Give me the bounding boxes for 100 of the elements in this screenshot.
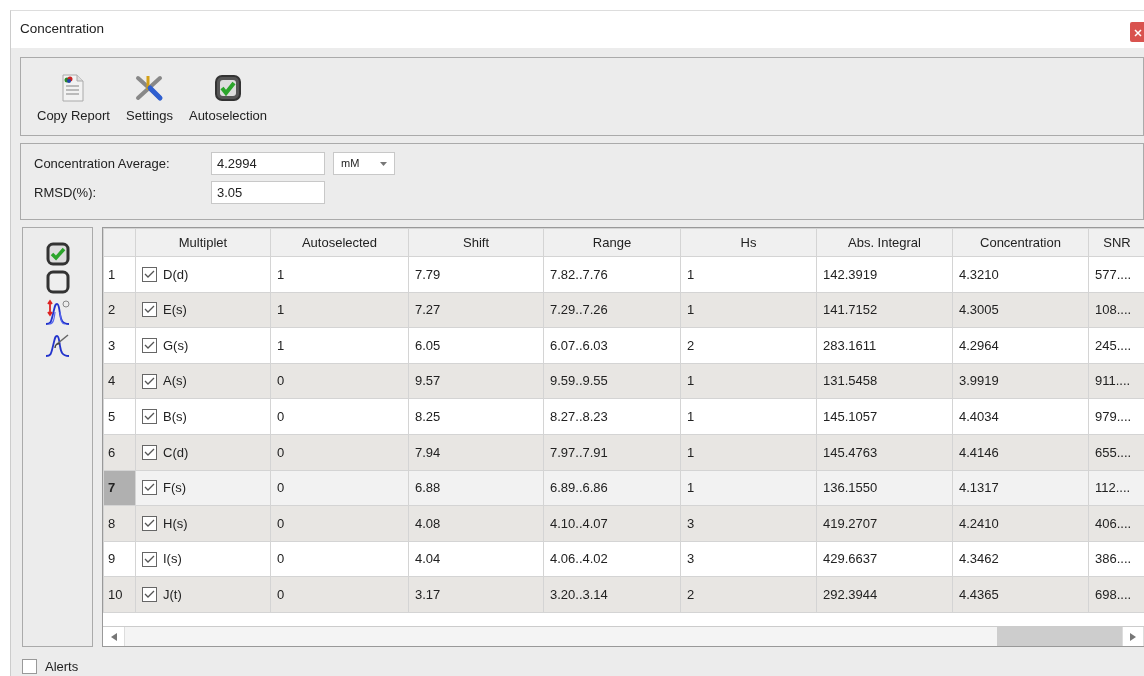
table-cell: 2	[680, 576, 817, 613]
multiplet-label: B(s)	[163, 407, 187, 426]
multiplet-label: F(s)	[163, 479, 187, 498]
row-header[interactable]: 10	[103, 576, 136, 613]
table-cell: 429.6637	[816, 541, 953, 577]
row-header[interactable]: 2	[103, 292, 136, 328]
table-cell: 1	[270, 256, 409, 293]
table-cell: 4.4034	[952, 398, 1089, 435]
row-checkbox[interactable]	[142, 551, 157, 567]
uncheck-all-icon	[45, 270, 70, 294]
table-cell: 406....	[1088, 505, 1144, 542]
table-cell: 1	[680, 363, 817, 399]
row-checkbox[interactable]	[142, 266, 157, 282]
multiplet-label: G(s)	[163, 336, 189, 355]
table-cell: 8.25	[408, 398, 544, 435]
column-header[interactable]: Range	[543, 228, 681, 257]
unit-dropdown[interactable]: mM	[333, 152, 395, 175]
tools-icon	[134, 73, 165, 102]
column-header[interactable]: Abs. Integral	[816, 228, 953, 257]
scroll-left-button[interactable]	[103, 627, 125, 646]
row-header[interactable]: 3	[103, 327, 136, 364]
table-cell: 131.5458	[816, 363, 953, 399]
table-cell: 1	[270, 292, 409, 328]
table-cell: 7.82..7.76	[543, 256, 681, 293]
toolbar-button[interactable]: Autoselection	[182, 73, 274, 125]
table-cell: 9.57	[408, 363, 544, 399]
table-cell: 3.20..3.14	[543, 576, 681, 613]
table-cell: 698....	[1088, 576, 1144, 613]
multiplet-label: D(d)	[163, 265, 189, 284]
table-cell: 9.59..9.55	[543, 363, 681, 399]
scroll-right-button[interactable]	[1122, 627, 1144, 646]
table-cell: 142.3919	[816, 256, 953, 293]
table-cell: 577....	[1088, 256, 1144, 293]
table-cell: 292.3944	[816, 576, 953, 613]
scroll-thumb[interactable]	[997, 627, 1122, 646]
table-cell: 0	[270, 505, 409, 542]
table-cell: 1	[680, 398, 817, 435]
column-header[interactable]: SNR	[1088, 228, 1144, 257]
caret-icon	[380, 161, 387, 166]
table-cell: 7.94	[408, 434, 544, 471]
table-cell: 4.2964	[952, 327, 1089, 364]
table-cell: 4.3462	[952, 541, 1089, 577]
row-checkbox[interactable]	[142, 480, 157, 496]
multiplet-label: C(d)	[163, 443, 189, 462]
column-header[interactable]: Autoselected	[270, 228, 409, 257]
column-header[interactable]: Shift	[408, 228, 544, 257]
right-arrow-icon	[1130, 632, 1136, 641]
tool-button[interactable]	[45, 270, 70, 294]
row-checkbox[interactable]	[142, 338, 157, 353]
table-cell: 1	[680, 470, 817, 506]
table-cell: 0	[270, 576, 409, 613]
table-cell: 7.27	[408, 292, 544, 328]
report-icon	[61, 73, 86, 102]
table-cell: 108....	[1088, 292, 1144, 328]
column-header[interactable]: Hs	[680, 228, 817, 257]
table-cell: 655....	[1088, 434, 1144, 471]
horizontal-scrollbar[interactable]	[103, 626, 1144, 646]
table-cell: 4.08	[408, 505, 544, 542]
tool-button[interactable]	[45, 242, 70, 266]
left-arrow-icon	[110, 632, 117, 641]
table-cell: 911....	[1088, 363, 1144, 399]
row-checkbox[interactable]	[142, 515, 157, 531]
row-checkbox[interactable]	[142, 409, 157, 425]
table-cell: 1	[270, 327, 409, 364]
row-checkbox[interactable]	[142, 373, 157, 389]
table-cell: 419.2707	[816, 505, 953, 542]
alerts-checkbox[interactable]	[22, 659, 37, 675]
toolbar-button[interactable]: Settings	[120, 73, 179, 125]
close-icon	[1134, 28, 1142, 37]
row-header[interactable]: 5	[103, 398, 136, 435]
table-cell: 4.3210	[952, 256, 1089, 293]
table-cell: 112....	[1088, 470, 1144, 506]
table-cell: 6.07..6.03	[543, 327, 681, 364]
row-header[interactable]: 6	[103, 434, 136, 471]
column-header[interactable]: Concentration	[952, 228, 1089, 257]
tool-button[interactable]	[44, 298, 71, 326]
row-header[interactable]: 1	[103, 256, 136, 293]
table-cell: 6.88	[408, 470, 544, 506]
table-cell: 4.06..4.02	[543, 541, 681, 577]
row-header[interactable]: 4	[103, 363, 136, 399]
column-header[interactable]: Multiplet	[135, 228, 271, 257]
table-cell: 136.1550	[816, 470, 953, 506]
table-cell: 2	[680, 327, 817, 364]
table-cell: 145.4763	[816, 434, 953, 471]
row-header[interactable]: 9	[103, 541, 136, 577]
input-field[interactable]: 3.05	[211, 181, 325, 204]
table-cell: 3	[680, 541, 817, 577]
table-cell: 979....	[1088, 398, 1144, 435]
table-cell: 0	[270, 470, 409, 506]
table-cell: 4.4365	[952, 576, 1089, 613]
table-cell: 283.1611	[816, 327, 953, 364]
table-cell: 7.97..7.91	[543, 434, 681, 471]
row-header[interactable]: 8	[103, 505, 136, 542]
row-header[interactable]: 7	[103, 470, 136, 506]
row-checkbox[interactable]	[142, 587, 157, 603]
toolbar-button[interactable]: Copy Report	[31, 73, 116, 125]
peak-height-icon	[44, 298, 71, 326]
input-field[interactable]: 4.2994	[211, 152, 325, 175]
row-checkbox[interactable]	[142, 444, 157, 460]
row-checkbox[interactable]	[142, 302, 157, 318]
